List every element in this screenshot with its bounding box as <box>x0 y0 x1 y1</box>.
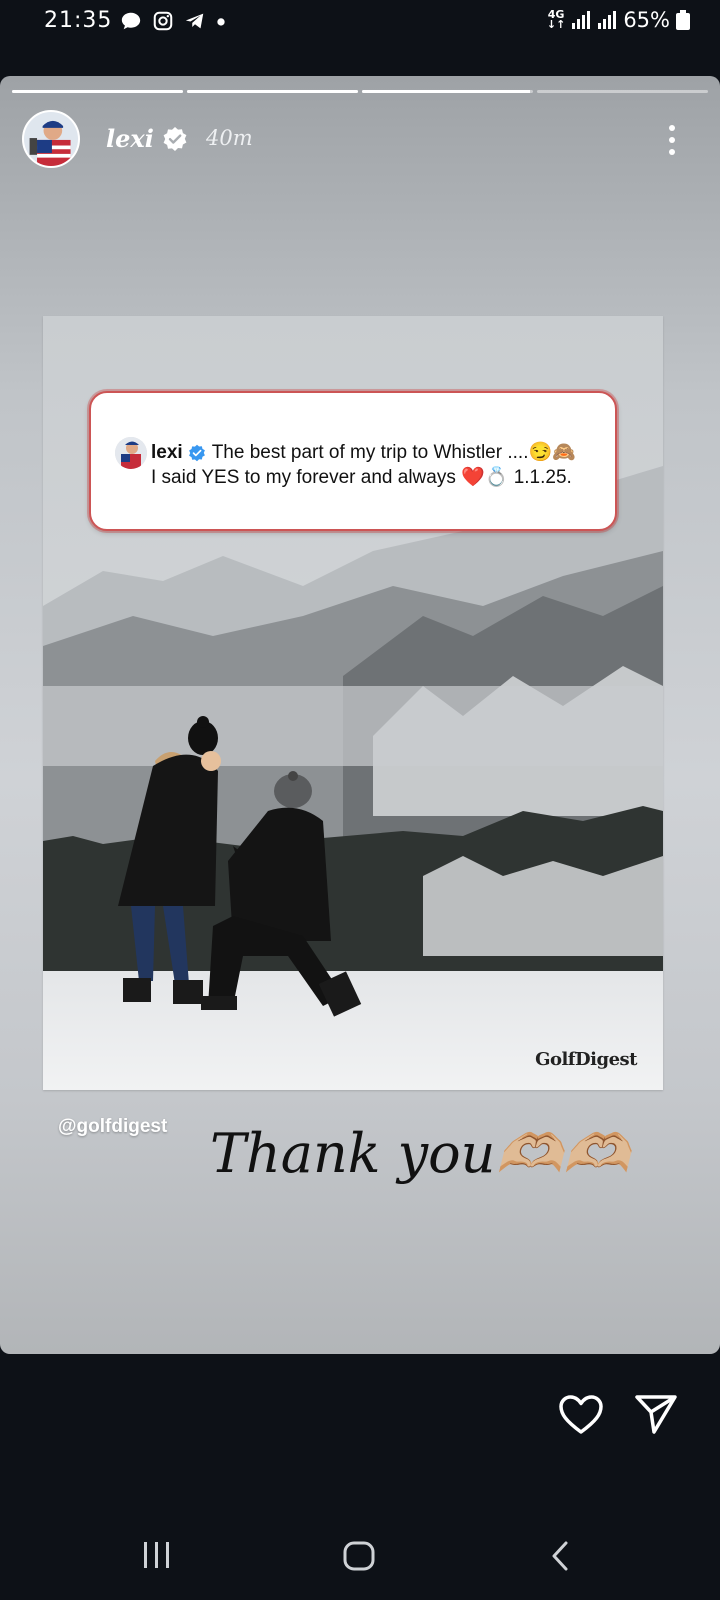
notification-icons <box>120 10 226 32</box>
progress-segment <box>362 90 533 93</box>
avatar[interactable] <box>22 110 80 168</box>
story-viewer[interactable]: lexi 40m lexi The best part of my trip t… <box>0 76 720 1354</box>
story-progress <box>12 90 708 93</box>
shared-post-image[interactable]: lexi The best part of my trip to Whistle… <box>43 316 663 1090</box>
story-header: lexi 40m <box>22 110 702 170</box>
progress-segment <box>537 90 708 93</box>
like-heart-icon[interactable] <box>558 1394 604 1436</box>
status-right: 4G ↓↑ 65% <box>547 8 690 32</box>
status-time: 21:35 <box>44 8 113 33</box>
progress-segment <box>12 90 183 93</box>
send-message-icon[interactable] <box>634 1392 678 1436</box>
story-time: 40m <box>206 126 253 150</box>
battery-percent: 65% <box>623 8 670 32</box>
system-nav-bar <box>0 1500 720 1600</box>
caption-text-1: The best part of my trip to Whistler ...… <box>211 442 576 463</box>
caption-username: lexi <box>151 442 183 463</box>
caption-text-2: I said YES to my forever and always ❤️💍 … <box>151 467 572 488</box>
golf-digest-watermark: GolfDigest <box>535 1049 637 1070</box>
signal-icon <box>572 11 591 29</box>
instagram-icon <box>153 11 173 31</box>
caption-verified-icon <box>188 444 205 462</box>
signal-icon-2 <box>598 11 617 29</box>
status-bar: 21:35 4G ↓↑ 65% <box>0 0 720 44</box>
home-icon[interactable] <box>342 1540 376 1572</box>
telegram-icon <box>185 13 204 29</box>
network-type: 4G ↓↑ <box>546 8 566 31</box>
verified-badge-icon <box>163 127 187 151</box>
mention-sticker[interactable]: @golfdigest <box>58 1116 167 1138</box>
thank-you-text: Thank you🫶🏼🫶🏼 <box>210 1122 630 1185</box>
caption-avatar <box>115 437 147 469</box>
chat-bubble-icon <box>121 12 141 30</box>
more-options-icon[interactable] <box>660 120 684 160</box>
progress-segment <box>187 90 358 93</box>
back-icon[interactable] <box>548 1540 572 1572</box>
dot-icon <box>217 18 225 26</box>
story-username[interactable]: lexi <box>106 124 154 153</box>
recent-apps-icon[interactable] <box>140 1540 174 1570</box>
caption-card: lexi The best part of my trip to Whistle… <box>89 391 617 531</box>
battery-icon <box>676 10 690 30</box>
